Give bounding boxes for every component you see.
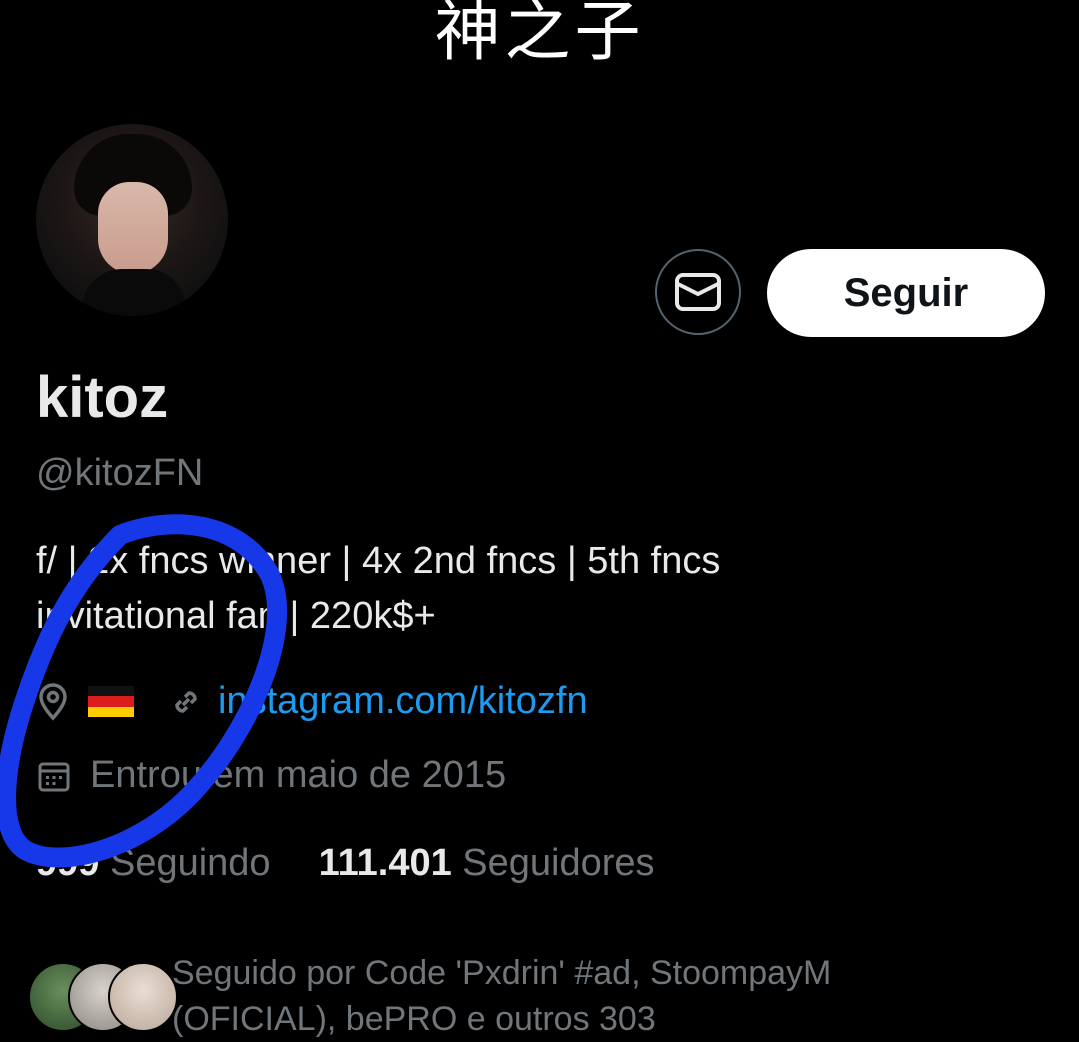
followed-by-text[interactable]: Seguido por Code 'Pxdrin' #ad, StoompayM… bbox=[172, 950, 1052, 1042]
calendar-icon bbox=[38, 762, 70, 791]
follow-button[interactable]: Seguir bbox=[767, 249, 1045, 337]
joined-row: Entrou em maio de 2015 bbox=[36, 754, 506, 797]
link-icon bbox=[175, 690, 197, 713]
avatar-face bbox=[98, 182, 168, 274]
profile-handle: @kitozFN bbox=[36, 452, 204, 494]
message-button[interactable] bbox=[655, 249, 741, 335]
follower-avatar-3 bbox=[108, 962, 178, 1032]
profile-name: kitoz bbox=[36, 365, 169, 430]
location-flag: 🇩🇪 bbox=[88, 685, 134, 718]
following-stat[interactable]: 999 Seguindo bbox=[36, 842, 271, 885]
followers-count: 111.401 bbox=[318, 842, 452, 884]
bio-line-1: f/ | 2x fncs winner | 4x 2nd fncs | 5th … bbox=[36, 540, 721, 582]
joined-date: Entrou em maio de 2015 bbox=[90, 754, 507, 796]
followed-by-avatars[interactable] bbox=[28, 962, 178, 1032]
avatar[interactable] bbox=[36, 124, 228, 316]
banner-title: 神之子 bbox=[434, 0, 645, 70]
location-website-row: 🇩🇪 instagram.com/kitozfn bbox=[36, 680, 588, 723]
bio-line-2: invitational fan | 220k$+ bbox=[36, 595, 436, 637]
followed-by-line-1: Seguido por Code 'Pxdrin' #ad, StoompayM bbox=[172, 954, 832, 992]
followed-by-line-2: (OFICIAL), bePRO e outros 303 bbox=[172, 1000, 656, 1038]
following-count: 999 bbox=[36, 842, 100, 884]
avatar-shirt bbox=[82, 269, 186, 316]
profile-bio: f/ | 2x fncs winner | 4x 2nd fncs | 5th … bbox=[36, 534, 1016, 644]
following-label: Seguindo bbox=[109, 842, 271, 884]
location-pin-icon bbox=[39, 682, 67, 721]
mail-icon bbox=[675, 273, 721, 311]
followers-stat[interactable]: 111.401 Seguidores bbox=[319, 842, 655, 885]
follow-stats: 999 Seguindo 111.401 Seguidores bbox=[36, 842, 655, 885]
website-link[interactable]: instagram.com/kitozfn bbox=[218, 680, 588, 723]
followers-label: Seguidores bbox=[462, 842, 655, 884]
